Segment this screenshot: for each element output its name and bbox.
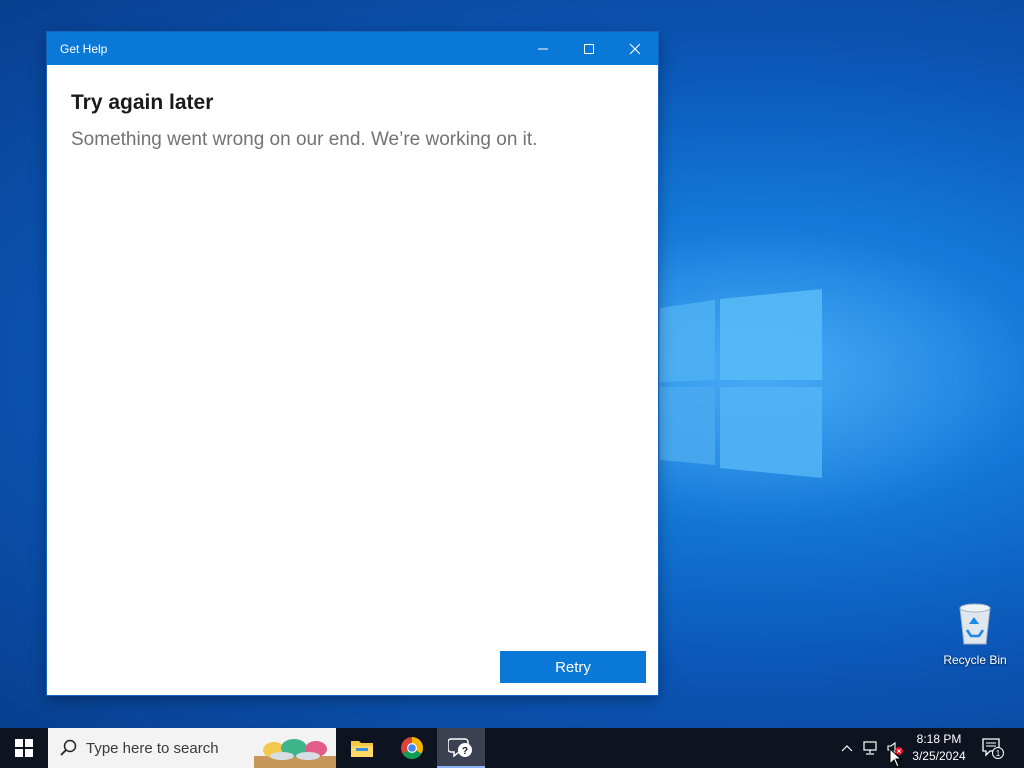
network-icon (863, 741, 877, 755)
search-icon (60, 739, 77, 756)
get-help-window: Get Help Try again later Something went … (47, 32, 658, 695)
search-placeholder: Type here to search (86, 739, 219, 757)
network-status[interactable] (860, 728, 882, 768)
taskbar-get-help[interactable]: ? (437, 728, 485, 768)
maximize-icon (584, 43, 594, 54)
clock-date: 3/25/2024 (912, 749, 966, 763)
recycle-bin-icon (959, 603, 991, 645)
notification-icon: 1 (982, 738, 1004, 759)
get-help-icon: ? (448, 738, 472, 758)
windows-start-icon (15, 739, 33, 757)
windows-wallpaper-logo (660, 289, 822, 478)
file-explorer-icon (351, 741, 373, 757)
start-button[interactable] (0, 728, 48, 768)
retry-button[interactable]: Retry (500, 651, 646, 683)
taskbar: Type here to search ? 8:18 PM 3/25/2024 … (0, 728, 1024, 768)
close-button[interactable] (612, 32, 658, 65)
taskbar-search-box[interactable]: Type here to search (48, 728, 336, 768)
recycle-bin-label: Recycle Bin (943, 653, 1007, 667)
maximize-button[interactable] (566, 32, 612, 65)
minimize-icon (538, 48, 548, 49)
show-hidden-icons-button[interactable] (838, 728, 856, 768)
close-icon (629, 43, 641, 54)
mouse-cursor-icon (889, 748, 903, 768)
taskbar-file-explorer[interactable] (338, 728, 386, 768)
clock-time: 8:18 PM (916, 732, 962, 746)
error-message: Something went wrong on our end. We’re w… (71, 129, 538, 150)
taskbar-chrome[interactable] (388, 728, 436, 768)
search-highlight-art (254, 739, 336, 768)
window-content: Try again later Something went wrong on … (47, 65, 658, 153)
action-center-button[interactable]: 1 (978, 728, 1008, 768)
error-heading: Try again later (71, 91, 214, 114)
chevron-up-icon (841, 745, 853, 752)
title-bar[interactable]: Get Help (47, 32, 658, 65)
recycle-bin-desktop-icon[interactable]: Recycle Bin (940, 600, 1010, 667)
svg-text:?: ? (462, 746, 468, 757)
minimize-button[interactable] (520, 32, 566, 65)
chrome-icon (401, 737, 423, 759)
notification-count: 1 (996, 749, 1001, 758)
window-title: Get Help (60, 41, 108, 56)
taskbar-clock[interactable]: 8:18 PM 3/25/2024 (906, 728, 972, 768)
